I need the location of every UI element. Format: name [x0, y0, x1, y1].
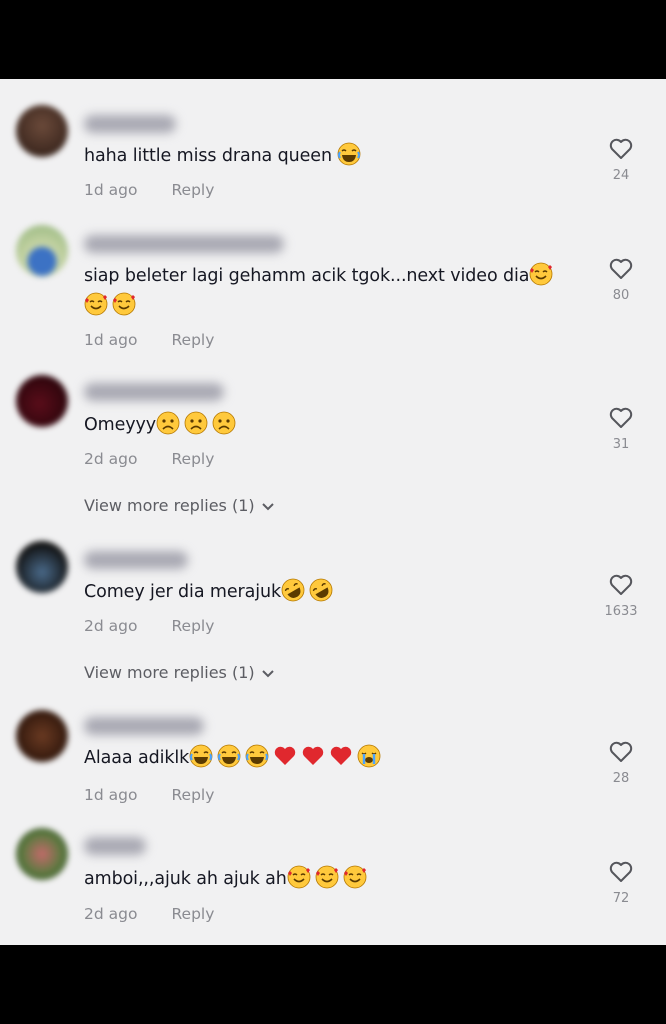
heart-outline-icon[interactable] [608, 740, 634, 764]
like-count: 31 [612, 437, 630, 452]
comment-age: 2d ago [84, 905, 138, 923]
reply-button[interactable]: Reply [171, 181, 214, 199]
comment-meta: 2d ago Reply [84, 905, 214, 923]
loudly-crying-emoji-icon [357, 744, 381, 768]
comment-age: 1d ago [84, 786, 138, 804]
red-heart-emoji-icon [331, 746, 352, 765]
comment-age: 2d ago [84, 450, 138, 468]
like-button[interactable]: 80 [604, 257, 638, 303]
smiling-face-with-hearts-emoji-icon [530, 262, 553, 286]
comment-text-content: Alaaa adiklk [84, 748, 190, 768]
avatar[interactable] [16, 225, 68, 277]
like-button[interactable]: 28 [604, 740, 638, 786]
reply-button[interactable]: Reply [171, 617, 214, 635]
username-blurred[interactable] [84, 717, 204, 735]
avatar[interactable] [16, 105, 68, 157]
like-count: 1633 [604, 604, 638, 619]
comment-age: 2d ago [84, 617, 138, 635]
reply-button[interactable]: Reply [171, 331, 214, 349]
comment-meta: 2d ago Reply [84, 450, 214, 468]
username-blurred[interactable] [84, 235, 284, 253]
comment-text-content: Comey jer dia merajuk [84, 582, 282, 602]
chevron-down-icon [261, 502, 274, 510]
like-count: 72 [612, 891, 630, 906]
comment-text-content: siap beleter lagi gehamm acik tgok...nex… [84, 266, 530, 286]
laughing-tears-emoji-icon [189, 744, 213, 768]
comment-text: Comey jer dia merajuk [84, 577, 337, 607]
comment-text: haha little miss drana queen [84, 141, 365, 171]
like-button[interactable]: 24 [604, 137, 638, 183]
heart-outline-icon[interactable] [608, 137, 634, 161]
like-count: 24 [612, 168, 630, 183]
view-more-replies-label: View more replies (1) [84, 663, 255, 682]
comment-text-content: Omeyyy [84, 415, 157, 435]
smiling-face-with-hearts-emoji-icon [112, 292, 136, 316]
smiling-face-with-hearts-emoji-icon [84, 292, 108, 316]
red-heart-emoji-icon [303, 746, 324, 765]
smiling-face-with-hearts-emoji-icon [287, 865, 311, 889]
comment-text: Omeyyy [84, 410, 240, 440]
reply-button[interactable]: Reply [171, 450, 214, 468]
avatar[interactable] [16, 375, 68, 427]
reply-button[interactable]: Reply [171, 905, 214, 923]
laughing-tears-emoji-icon [245, 744, 269, 768]
reply-button[interactable]: Reply [171, 786, 214, 804]
view-more-replies[interactable]: View more replies (1) [84, 496, 275, 515]
comments-panel: haha little miss drana queen 1d ago Reply… [0, 79, 666, 945]
like-count: 28 [612, 771, 630, 786]
red-heart-emoji-icon [275, 746, 296, 765]
chevron-down-icon [261, 669, 274, 677]
username-blurred[interactable] [84, 383, 224, 401]
frowning-face-emoji-icon [156, 411, 180, 435]
comment-text: Alaaa adiklk [84, 743, 385, 773]
comment-meta: 1d ago Reply [84, 181, 214, 199]
smiling-face-with-hearts-emoji-icon [343, 865, 367, 889]
laughing-tears-emoji-icon [217, 744, 241, 768]
avatar[interactable] [16, 828, 68, 880]
comment-age: 1d ago [84, 331, 138, 349]
rofl-emoji-icon [281, 578, 305, 602]
laughing-tears-emoji-icon [338, 142, 361, 166]
frowning-face-emoji-icon [212, 411, 236, 435]
frowning-face-emoji-icon [184, 411, 208, 435]
like-button[interactable]: 72 [604, 860, 638, 906]
comment-text-content: haha little miss drana queen [84, 146, 332, 166]
username-blurred[interactable] [84, 837, 146, 855]
comment-meta: 1d ago Reply [84, 786, 214, 804]
like-count: 80 [612, 288, 630, 303]
comment-text: siap beleter lagi gehamm acik tgok...nex… [84, 261, 584, 321]
like-button[interactable]: 31 [604, 406, 638, 452]
view-more-replies[interactable]: View more replies (1) [84, 663, 275, 682]
comment-age: 1d ago [84, 181, 138, 199]
heart-outline-icon[interactable] [608, 257, 634, 281]
like-button[interactable]: 1633 [604, 573, 638, 619]
heart-outline-icon[interactable] [608, 860, 634, 884]
view-more-replies-label: View more replies (1) [84, 496, 255, 515]
heart-outline-icon[interactable] [608, 573, 634, 597]
avatar[interactable] [16, 710, 68, 762]
avatar[interactable] [16, 541, 68, 593]
username-blurred[interactable] [84, 115, 176, 133]
comment-meta: 2d ago Reply [84, 617, 214, 635]
heart-outline-icon[interactable] [608, 406, 634, 430]
comment-meta: 1d ago Reply [84, 331, 214, 349]
smiling-face-with-hearts-emoji-icon [315, 865, 339, 889]
rofl-emoji-icon [309, 578, 333, 602]
username-blurred[interactable] [84, 551, 188, 569]
comment-text-content: amboi,,,ajuk ah ajuk ah [84, 869, 287, 889]
comment-text: amboi,,,ajuk ah ajuk ah [84, 864, 371, 894]
